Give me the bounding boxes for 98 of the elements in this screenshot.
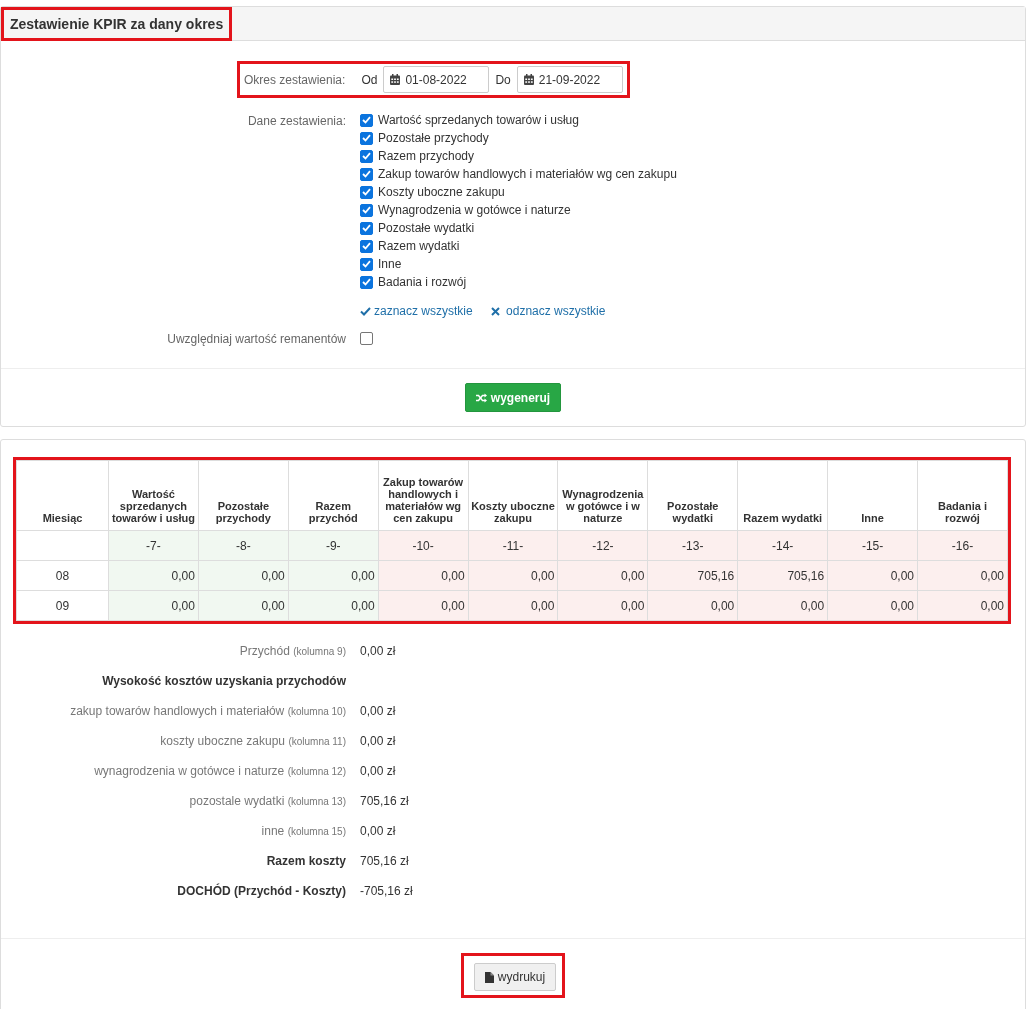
column-header: Pozostałe wydatki bbox=[647, 460, 738, 531]
checkbox-label: Inne bbox=[378, 257, 402, 271]
column-header: Wynagrodzenia w gotówce i w naturze bbox=[557, 460, 648, 531]
checkbox-label: Zakup towarów handlowych i materiałów wg cen zakupu bbox=[378, 167, 677, 181]
table-cell: 0,00 bbox=[917, 560, 1008, 591]
summary-value: 0,00 zł bbox=[360, 824, 397, 840]
summary-value: 0,00 zł bbox=[360, 734, 397, 750]
column-header: Inne bbox=[827, 460, 918, 531]
table-cell: 705,16 bbox=[737, 560, 828, 591]
column-number-cell: -13- bbox=[647, 530, 738, 561]
checkbox[interactable] bbox=[360, 149, 373, 163]
checkbox[interactable] bbox=[360, 239, 373, 253]
column-header: Wartość sprzedanych towarów i usług bbox=[108, 460, 199, 531]
data-label: Dane zestawienia: bbox=[246, 113, 346, 128]
checkbox-label: Badania i rozwój bbox=[378, 275, 467, 289]
column-number-cell: -7- bbox=[108, 530, 199, 561]
summary-label: koszty uboczne zakupu (kolumna 11) bbox=[159, 734, 346, 750]
table-cell: 0,00 bbox=[827, 590, 918, 621]
table-cell: 0,00 bbox=[108, 560, 199, 591]
summary-label: zakup towarów handlowych i materiałów (kolumna 10) bbox=[69, 704, 346, 720]
summary-value: -705,16 zł bbox=[360, 884, 414, 900]
checkbox-label: Razem przychody bbox=[378, 149, 475, 163]
table-cell: 0,00 bbox=[557, 560, 648, 591]
column-header: Badania i rozwój bbox=[917, 460, 1008, 531]
table-cell: 0,00 bbox=[468, 560, 558, 591]
column-number-cell: -14- bbox=[737, 530, 828, 561]
table-cell: 0,00 bbox=[108, 590, 199, 621]
checkbox[interactable] bbox=[360, 275, 373, 289]
document-icon bbox=[484, 971, 494, 983]
month-cell: 09 bbox=[16, 590, 109, 621]
date-field[interactable]: 01-08-2022 bbox=[383, 66, 490, 93]
close-icon bbox=[490, 306, 500, 316]
table-cell: 0,00 bbox=[198, 560, 289, 591]
column-header: Miesiąc bbox=[16, 460, 109, 531]
panel-title: Zestawienie KPIR za dany okres bbox=[9, 14, 225, 34]
summary-label: pozostale wydatki (kolumna 13) bbox=[188, 794, 346, 810]
table-cell: 0,00 bbox=[288, 590, 379, 621]
checkbox[interactable] bbox=[360, 221, 373, 235]
calendar-icon bbox=[523, 74, 534, 85]
checkbox-label: Pozostałe wydatki bbox=[378, 221, 475, 235]
inventory-label: Uwzględniaj wartość remanentów bbox=[166, 331, 346, 346]
checkbox-label: Wynagrodzenia w gotówce i naturze bbox=[378, 203, 571, 217]
column-header: Zakup towarów handlowych i materiałów wg cen zakupu bbox=[378, 460, 469, 531]
summary-value: 0,00 zł bbox=[360, 644, 397, 660]
column-header: Razem przychód bbox=[288, 460, 379, 531]
month-cell: 08 bbox=[16, 560, 109, 591]
summary-value: 0,00 zł bbox=[360, 764, 397, 780]
checkbox-label: Razem wydatki bbox=[378, 239, 460, 253]
summary-value: 705,16 zł bbox=[360, 854, 410, 870]
checkbox-label: Koszty uboczne zakupu bbox=[378, 185, 505, 199]
calendar-icon bbox=[390, 74, 401, 85]
column-header: Razem wydatki bbox=[737, 460, 828, 531]
print-button[interactable]: wydrukuj bbox=[473, 963, 557, 991]
select-all-link[interactable]: zaznacz wszystkie bbox=[360, 304, 473, 318]
table-cell: 0,00 bbox=[557, 590, 648, 621]
from-label: Od bbox=[361, 72, 378, 87]
column-number-cell: -11- bbox=[468, 530, 558, 561]
table-cell: 0,00 bbox=[378, 560, 469, 591]
summary-value: 705,16 zł bbox=[360, 794, 410, 810]
checkbox[interactable] bbox=[360, 113, 373, 127]
checkmark-icon bbox=[360, 306, 371, 316]
summary-label: Razem koszty bbox=[265, 854, 346, 870]
table-cell: 0,00 bbox=[737, 590, 828, 621]
checkbox[interactable] bbox=[360, 167, 373, 181]
table-cell: 0,00 bbox=[468, 590, 558, 621]
table-cell: 0,00 bbox=[378, 590, 469, 621]
deselect-all-link[interactable]: odznacz wszystkie bbox=[490, 304, 606, 318]
table-cell: 0,00 bbox=[917, 590, 1008, 621]
checkbox-label: Pozostałe przychody bbox=[378, 131, 489, 145]
table-cell: 0,00 bbox=[288, 560, 379, 591]
summary-label: Przychód (kolumna 9) bbox=[238, 644, 346, 660]
checkbox[interactable] bbox=[360, 185, 373, 199]
column-header: Koszty uboczne zakupu bbox=[468, 460, 558, 531]
summary-label: Wysokość kosztów uzyskania przychodów bbox=[101, 674, 346, 690]
checkbox[interactable] bbox=[360, 131, 373, 145]
table-cell: 0,00 bbox=[198, 590, 289, 621]
column-number-cell: -10- bbox=[378, 530, 469, 561]
table-cell: 705,16 bbox=[647, 560, 738, 591]
table-cell: 0,00 bbox=[827, 560, 918, 591]
summary-label: DOCHÓD (Przychód - Koszty) bbox=[176, 884, 346, 900]
table-cell: 0,00 bbox=[647, 590, 738, 621]
period-label: Okres zestawienia: bbox=[244, 72, 346, 87]
checkbox[interactable] bbox=[360, 257, 373, 271]
shuffle-icon bbox=[475, 392, 487, 403]
checkbox[interactable] bbox=[360, 203, 373, 217]
checkbox-label: Wartość sprzedanych towarów i usług bbox=[378, 113, 579, 127]
column-number-cell: -12- bbox=[557, 530, 648, 561]
to-label: Do bbox=[495, 72, 511, 87]
summary-label: wynagrodzenia w gotówce i naturze (kolumna 12) bbox=[93, 764, 346, 780]
summary-value: 0,00 zł bbox=[360, 704, 397, 720]
column-number-cell: -15- bbox=[827, 530, 918, 561]
column-number-cell: -9- bbox=[288, 530, 379, 561]
column-number-cell: -16- bbox=[917, 530, 1008, 561]
date-field[interactable]: 21-09-2022 bbox=[516, 66, 623, 93]
checkbox[interactable] bbox=[360, 331, 373, 345]
summary-label: inne (kolumna 15) bbox=[260, 824, 346, 840]
column-header: Pozostałe przychody bbox=[198, 460, 289, 531]
column-number-cell: -8- bbox=[198, 530, 289, 561]
